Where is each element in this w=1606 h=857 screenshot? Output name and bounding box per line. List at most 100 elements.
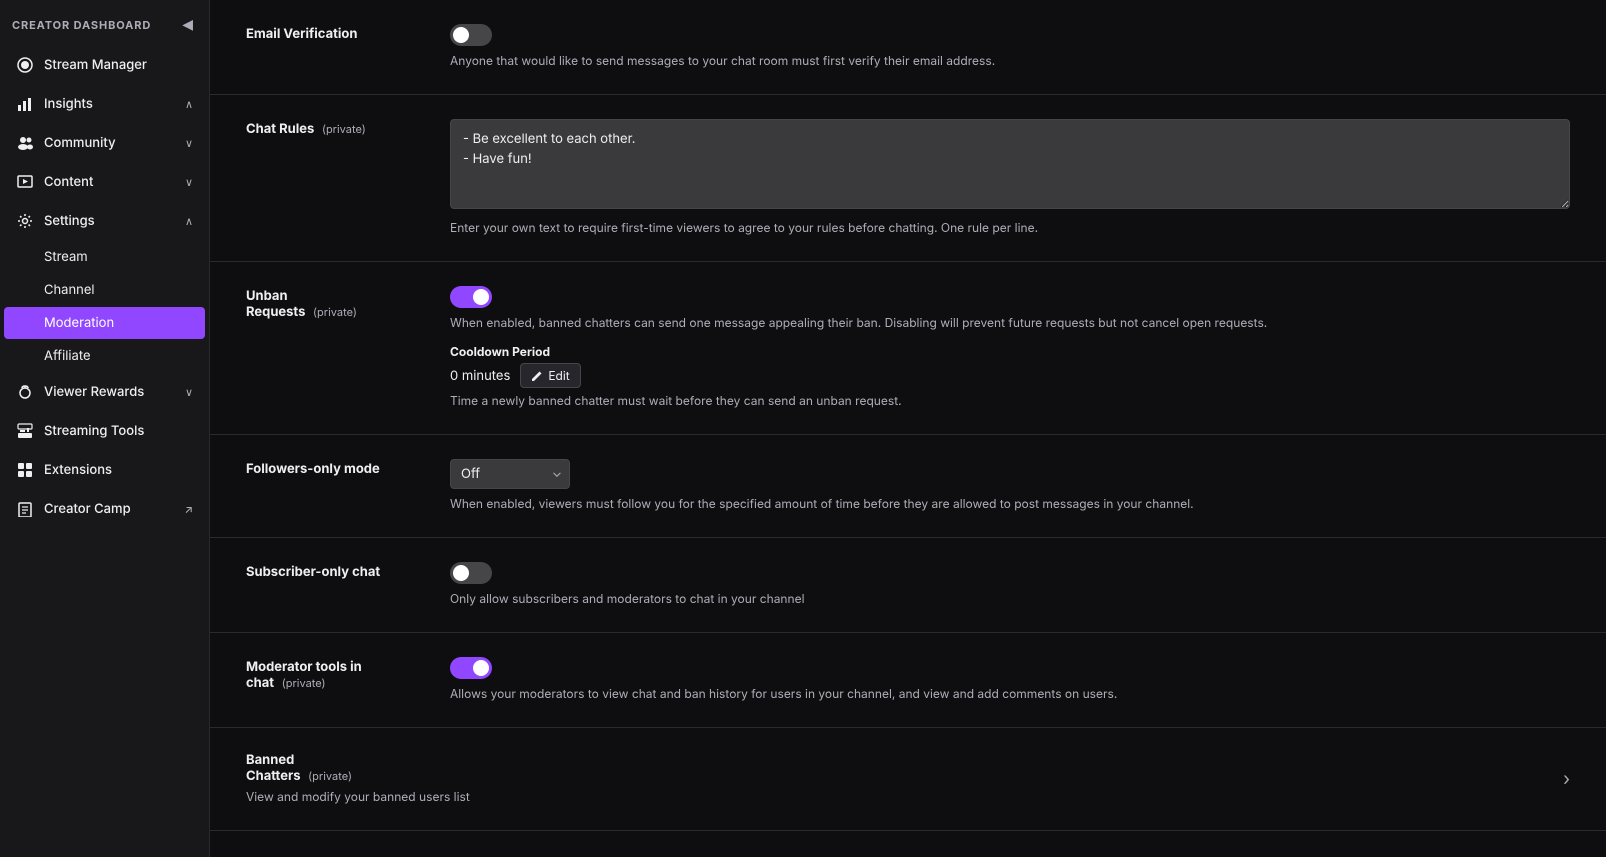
subscriber-only-toggle[interactable] [450, 562, 492, 584]
community-chevron-icon: ∨ [185, 136, 193, 150]
toggle-thumb [473, 289, 489, 305]
banned-chatters-private-badge: (private) [308, 769, 352, 783]
sidebar-item-streaming-tools[interactable]: Streaming Tools [4, 412, 205, 450]
followers-only-content: Off 10 minutes 30 minutes 1 hour 1 day 1… [450, 459, 1570, 513]
sidebar-item-settings[interactable]: Settings ∧ [4, 202, 205, 240]
sidebar-item-content[interactable]: Content ∨ [4, 163, 205, 201]
sidebar-item-label: Extensions [44, 462, 112, 478]
insights-chevron-icon: ∧ [185, 97, 193, 111]
sidebar-item-stream[interactable]: Stream [4, 241, 205, 273]
main-content: Email Verification Anyone that would lik… [210, 0, 1606, 857]
cooldown-period-section: Cooldown Period 0 minutes Edit Time a ne… [450, 344, 1570, 410]
sidebar-item-insights[interactable]: Insights ∧ [4, 85, 205, 123]
unban-requests-toggle-wrapper [450, 286, 1570, 308]
moderator-tools-section: Moderator tools inchat (private) Allows … [210, 633, 1606, 728]
extensions-icon [16, 461, 34, 479]
moderator-tools-private-badge: (private) [282, 676, 326, 690]
stream-manager-icon [16, 56, 34, 74]
unban-requests-content: When enabled, banned chatters can send o… [450, 286, 1570, 410]
chat-rules-label-col: Chat Rules (private) [246, 119, 426, 137]
moderator-tools-content: Allows your moderators to view chat and … [450, 657, 1570, 703]
sidebar-item-channel[interactable]: Channel [4, 274, 205, 306]
banned-chatters-label: BannedChatters [246, 752, 301, 784]
sidebar-item-label: Stream [44, 249, 88, 265]
chat-rules-section: Chat Rules (private) - Be excellent to e… [210, 95, 1606, 262]
email-verification-label-col: Email Verification [246, 24, 426, 42]
creator-camp-icon [16, 500, 34, 518]
sidebar-item-viewer-rewards[interactable]: Viewer Rewards ∨ [4, 373, 205, 411]
cooldown-value-row: 0 minutes Edit [450, 363, 1570, 388]
unban-requests-toggle[interactable] [450, 286, 492, 308]
unban-requests-label: UnbanRequests [246, 288, 305, 320]
banned-chatters-info: BannedChatters (private) View and modify… [246, 752, 1563, 806]
content-icon [16, 173, 34, 191]
sidebar-item-label: Moderation [44, 315, 114, 331]
cooldown-description: Time a newly banned chatter must wait be… [450, 392, 1570, 410]
sidebar-item-label: Viewer Rewards [44, 384, 144, 400]
chat-rules-textarea[interactable]: - Be excellent to each other. - Have fun… [450, 119, 1570, 209]
chat-rules-content: - Be excellent to each other. - Have fun… [450, 119, 1570, 237]
sidebar: CREATOR DASHBOARD ◀ Stream Manager Insig… [0, 0, 210, 857]
email-verification-label: Email Verification [246, 26, 357, 42]
subscriber-only-description: Only allow subscribers and moderators to… [450, 590, 1570, 608]
community-icon [16, 134, 34, 152]
sidebar-item-moderation[interactable]: Moderation [4, 307, 205, 339]
sidebar-item-creator-camp[interactable]: Creator Camp ↗ [4, 490, 205, 528]
toggle-thumb [453, 27, 469, 43]
sidebar-nav: Stream Manager Insights ∧ Community ∨ Co… [0, 45, 209, 857]
edit-button-label: Edit [548, 368, 569, 383]
toggle-thumb [473, 660, 489, 676]
chat-rules-private-badge: (private) [322, 122, 366, 136]
subscriber-only-content: Only allow subscribers and moderators to… [450, 562, 1570, 608]
email-verification-content: Anyone that would like to send messages … [450, 24, 1570, 70]
followers-only-row: Followers-only mode Off 10 minutes 30 mi… [246, 459, 1570, 513]
edit-pencil-icon [531, 370, 543, 382]
sidebar-item-extensions[interactable]: Extensions [4, 451, 205, 489]
sidebar-item-stream-manager[interactable]: Stream Manager [4, 46, 205, 84]
banned-chatters-section: BannedChatters (private) View and modify… [210, 728, 1606, 831]
viewer-rewards-chevron-icon: ∨ [185, 385, 193, 399]
chat-rules-label: Chat Rules [246, 121, 314, 137]
creator-camp-external-icon: ↗ [184, 502, 193, 516]
followers-only-select[interactable]: Off 10 minutes 30 minutes 1 hour 1 day 1… [450, 459, 570, 489]
moderator-tools-toggle-wrapper [450, 657, 1570, 679]
unban-requests-description: When enabled, banned chatters can send o… [450, 314, 1570, 332]
moderator-tools-toggle[interactable] [450, 657, 492, 679]
sidebar-item-label: Channel [44, 282, 95, 298]
moderator-tools-label-col: Moderator tools inchat (private) [246, 657, 426, 691]
sidebar-header-title: CREATOR DASHBOARD [12, 18, 151, 32]
sidebar-header: CREATOR DASHBOARD ◀ [0, 0, 209, 45]
sidebar-item-label: Streaming Tools [44, 423, 144, 439]
sidebar-item-label: Content [44, 174, 93, 190]
sidebar-collapse-button[interactable]: ◀ [178, 14, 197, 35]
email-verification-section: Email Verification Anyone that would lik… [210, 0, 1606, 95]
sidebar-item-label: Creator Camp [44, 501, 131, 517]
subscriber-only-section: Subscriber-only chat Only allow subscrib… [210, 538, 1606, 633]
banned-chatters-description: View and modify your banned users list [246, 788, 1563, 806]
insights-icon [16, 95, 34, 113]
sidebar-item-label: Affiliate [44, 348, 91, 364]
cooldown-edit-button[interactable]: Edit [520, 363, 580, 388]
followers-only-label: Followers-only mode [246, 461, 380, 477]
email-verification-toggle[interactable] [450, 24, 492, 46]
sidebar-item-label: Settings [44, 213, 95, 229]
cooldown-value: 0 minutes [450, 368, 510, 384]
cooldown-period-label: Cooldown Period [450, 344, 1570, 359]
sidebar-item-label: Insights [44, 96, 93, 112]
unban-requests-label-col: UnbanRequests (private) [246, 286, 426, 320]
content-chevron-icon: ∨ [185, 175, 193, 189]
unban-requests-section: UnbanRequests (private) When enabled, ba… [210, 262, 1606, 435]
moderator-tools-description: Allows your moderators to view chat and … [450, 685, 1570, 703]
followers-only-select-wrapper: Off 10 minutes 30 minutes 1 hour 1 day 1… [450, 459, 570, 489]
subscriber-only-label: Subscriber-only chat [246, 564, 380, 580]
moderator-tools-row: Moderator tools inchat (private) Allows … [246, 657, 1570, 703]
settings-icon [16, 212, 34, 230]
sidebar-item-affiliate[interactable]: Affiliate [4, 340, 205, 372]
banned-chatters-row[interactable]: BannedChatters (private) View and modify… [246, 752, 1570, 806]
streaming-tools-icon [16, 422, 34, 440]
sidebar-item-community[interactable]: Community ∨ [4, 124, 205, 162]
followers-only-section: Followers-only mode Off 10 minutes 30 mi… [210, 435, 1606, 538]
chat-rules-description: Enter your own text to require first-tim… [450, 219, 1570, 237]
subscriber-only-row: Subscriber-only chat Only allow subscrib… [246, 562, 1570, 608]
email-verification-row: Email Verification Anyone that would lik… [246, 24, 1570, 70]
